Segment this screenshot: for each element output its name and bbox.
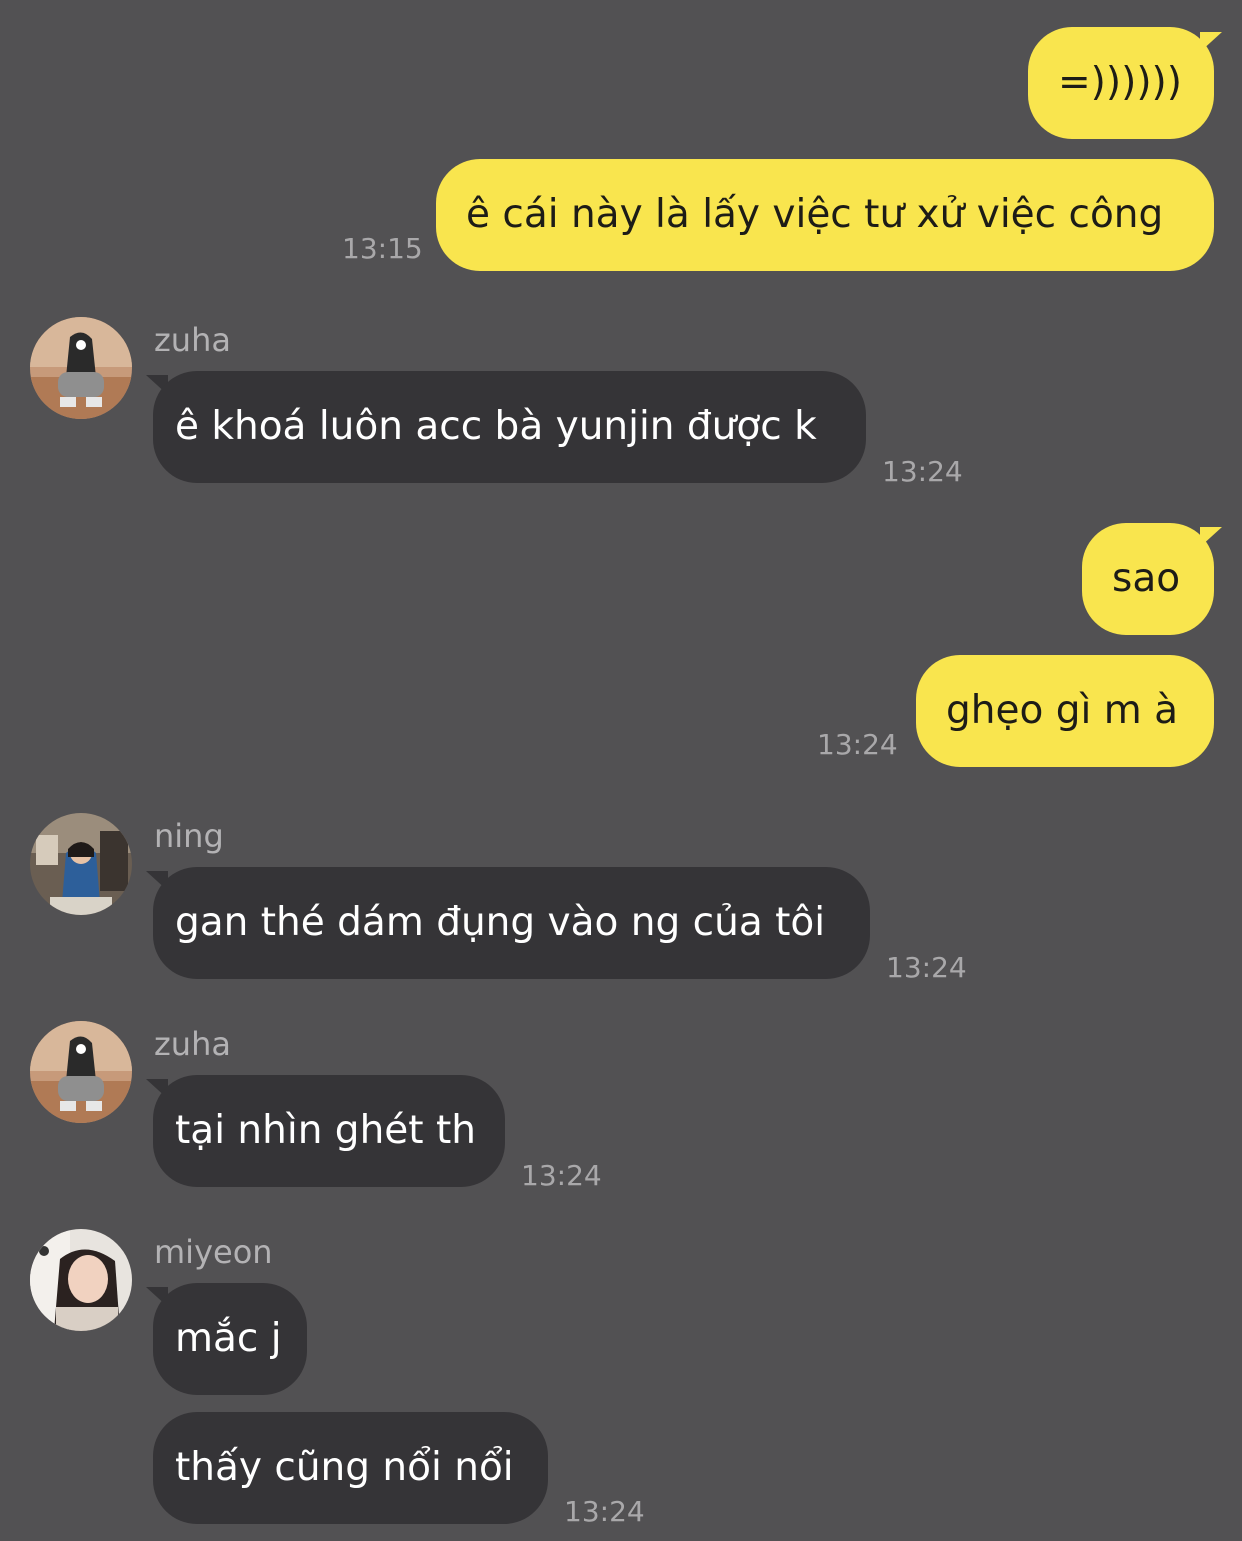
avatar-image: [30, 813, 132, 915]
message-text: ghẹo gì m à: [946, 688, 1179, 733]
message-text: sao: [1112, 556, 1181, 601]
message-timestamp: 13:24: [521, 1159, 602, 1192]
avatar-image: [30, 317, 132, 419]
sender-name: zuha: [154, 321, 231, 359]
message-text: tại nhìn ghét th: [175, 1108, 476, 1153]
avatar-miyeon[interactable]: [30, 1229, 132, 1331]
message-bubble-outgoing[interactable]: sao: [1082, 523, 1214, 635]
message-text: mắc j: [175, 1316, 282, 1361]
message-bubble-incoming[interactable]: tại nhìn ghét th: [153, 1075, 505, 1187]
sender-name: ning: [154, 817, 224, 855]
message-timestamp: 13:15: [342, 232, 423, 265]
sender-name: zuha: [154, 1025, 231, 1063]
message-bubble-outgoing[interactable]: ghẹo gì m à: [916, 655, 1214, 767]
message-bubble-outgoing[interactable]: ê cái này là lấy việc tư xử việc công: [436, 159, 1214, 271]
message-text: thấy cũng nổi nổi: [175, 1445, 514, 1490]
message-timestamp: 13:24: [564, 1495, 645, 1528]
message-bubble-incoming[interactable]: thấy cũng nổi nổi: [153, 1412, 548, 1524]
message-text: ê khoá luôn acc bà yunjin được k: [175, 404, 817, 449]
message-timestamp: 13:24: [817, 728, 898, 761]
message-bubble-incoming[interactable]: mắc j: [153, 1283, 307, 1395]
avatar-image: [30, 1229, 132, 1331]
chat-thread: =)))))) ê cái này là lấy việc tư xử việc…: [0, 0, 1242, 1541]
message-bubble-outgoing[interactable]: =)))))): [1028, 27, 1214, 139]
message-text: gan thé dám đụng vào ng của tôi: [175, 900, 826, 945]
message-timestamp: 13:24: [886, 951, 967, 984]
sender-name: miyeon: [154, 1233, 273, 1271]
message-bubble-incoming[interactable]: gan thé dám đụng vào ng của tôi: [153, 867, 870, 979]
message-timestamp: 13:24: [882, 455, 963, 488]
avatar-zuha[interactable]: [30, 1021, 132, 1123]
avatar-zuha[interactable]: [30, 317, 132, 419]
message-text: =)))))): [1058, 60, 1182, 105]
message-bubble-incoming[interactable]: ê khoá luôn acc bà yunjin được k: [153, 371, 866, 483]
avatar-image: [30, 1021, 132, 1123]
message-text: ê cái này là lấy việc tư xử việc công: [466, 192, 1164, 237]
avatar-ning[interactable]: [30, 813, 132, 915]
